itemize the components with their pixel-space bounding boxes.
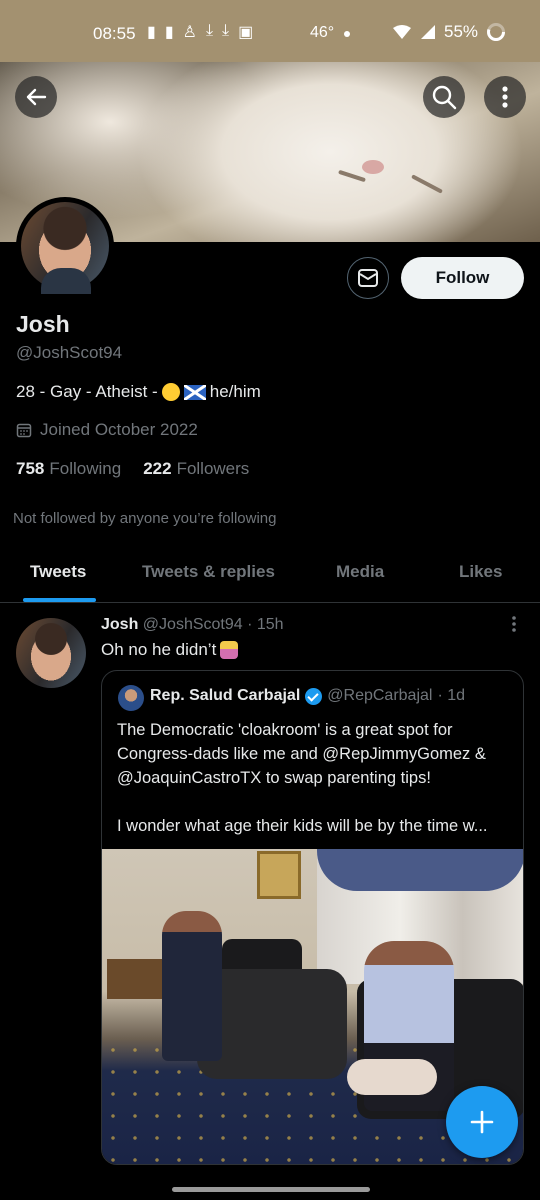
quoted-text-line: @JoaquinCastroTX to swap parenting tips! — [117, 769, 431, 787]
battery-icon — [487, 23, 506, 41]
status-right: 55% — [392, 22, 506, 42]
active-tab-indicator — [23, 598, 96, 602]
quoted-author-name: Rep. Salud Carbajal — [150, 687, 301, 704]
photo-detail — [257, 851, 301, 899]
profile-handle: @JoshScot94 — [16, 343, 123, 362]
more-vertical-icon — [502, 86, 508, 108]
smirk-emoji-icon — [161, 383, 180, 401]
notification-icons: ▮ ▮ ♙ ⤓ ⤓ ▣ — [147, 22, 253, 42]
back-arrow-icon — [26, 88, 47, 106]
profile-avatar[interactable] — [16, 197, 114, 295]
download-icon: ⤓ — [205, 22, 214, 39]
banner-detail — [411, 174, 443, 194]
status-bar: 08:55 ▮ ▮ ♙ ⤓ ⤓ ▣ 46° 55% — [0, 0, 540, 62]
quoted-avatar — [118, 685, 144, 711]
status-time: 08:55 — [93, 24, 136, 43]
avatar-detail — [41, 268, 91, 294]
compose-plus-icon — [470, 1110, 494, 1134]
bio-pronouns: he/him — [209, 382, 261, 401]
tweet-header: Josh @JoshScot94 · 15h — [101, 616, 284, 634]
navigation-bar — [0, 1166, 540, 1200]
status-dot — [344, 31, 350, 37]
quoted-text-line: The Democratic 'cloakroom' is a great sp… — [117, 721, 453, 739]
tweet-text: Oh no he didn’t — [101, 640, 239, 660]
tab-tweets[interactable]: Tweets — [30, 562, 86, 582]
profile-tabs: Tweets Tweets & replies Media Likes — [0, 548, 540, 603]
calendar-icon — [16, 423, 32, 438]
not-followed-note: Not followed by anyone you’re following — [13, 510, 277, 527]
more-options-button[interactable] — [484, 76, 526, 118]
download-icon: ⤓ — [222, 22, 230, 39]
image-icon: ▣ — [238, 24, 254, 41]
follow-stats: 758 Following 222 Followers — [16, 459, 249, 479]
quoted-text-line: Congress-dads like me and @RepJimmyGomez… — [117, 745, 486, 763]
photo-detail — [107, 959, 162, 999]
follow-button[interactable]: Follow — [401, 257, 524, 299]
tipping-hand-emoji-icon — [220, 641, 239, 659]
wifi-icon — [393, 25, 411, 39]
photo-detail — [347, 1059, 437, 1095]
quoted-header: Rep. Salud Carbajal @RepCarbajal · 1d — [150, 687, 465, 705]
following-label: Following — [49, 459, 122, 478]
joined-text: Joined October 2022 — [40, 420, 198, 439]
message-button[interactable] — [347, 257, 389, 299]
signal-icon — [421, 25, 435, 39]
profile-name: Josh — [16, 311, 70, 337]
photo-detail — [317, 849, 523, 891]
notification-icon: ▮ — [164, 24, 174, 41]
banner-detail — [362, 160, 384, 174]
followers-count: 222 — [143, 459, 172, 478]
back-button[interactable] — [15, 76, 57, 118]
tweet-text-content: Oh no he didn’t — [101, 640, 217, 659]
tab-likes[interactable]: Likes — [459, 562, 502, 582]
following-count: 758 — [16, 459, 45, 478]
tweet-time: · 15h — [247, 616, 284, 633]
followers-label: Followers — [176, 459, 250, 478]
mail-icon — [358, 269, 378, 287]
search-button[interactable] — [423, 76, 465, 118]
tab-tweets-replies[interactable]: Tweets & replies — [142, 562, 275, 582]
search-icon — [432, 85, 457, 110]
banner-detail — [338, 169, 366, 183]
verified-badge-icon — [305, 687, 323, 705]
tweet-more-button[interactable] — [506, 614, 522, 634]
photo-detail — [162, 911, 222, 1061]
tweet-author-name[interactable]: Josh — [101, 616, 138, 633]
status-temperature: 46° — [310, 24, 335, 41]
tab-media[interactable]: Media — [336, 562, 384, 582]
quoted-author-handle: @RepCarbajal — [327, 687, 433, 704]
profile-bio: 28 - Gay - Atheist - he/him — [16, 382, 261, 402]
joined-date: Joined October 2022 — [16, 420, 198, 440]
tweet-author-handle: @JoshScot94 — [142, 616, 243, 633]
quoted-text-line: I wonder what age their kids will be by … — [117, 817, 488, 835]
gesture-handle[interactable] — [172, 1187, 370, 1192]
notification-icon: ▮ — [147, 24, 156, 41]
avatar-image — [21, 202, 109, 294]
compose-tweet-button[interactable] — [446, 1086, 518, 1158]
quoted-text: The Democratic 'cloakroom' is a great sp… — [117, 718, 512, 838]
more-vertical-icon — [512, 616, 516, 632]
notification-icon: ♙ — [182, 24, 197, 41]
tweet-avatar[interactable] — [16, 618, 86, 688]
battery-percent: 55% — [444, 22, 479, 41]
following-link[interactable]: 758 Following — [16, 459, 121, 479]
quoted-tweet[interactable]: Rep. Salud Carbajal @RepCarbajal · 1d Th… — [101, 670, 524, 1165]
quoted-time: · 1d — [437, 687, 466, 704]
scotland-flag-icon — [183, 384, 206, 400]
followers-link[interactable]: 222 Followers — [143, 459, 249, 479]
bio-text: 28 - Gay - Atheist - — [16, 382, 158, 401]
